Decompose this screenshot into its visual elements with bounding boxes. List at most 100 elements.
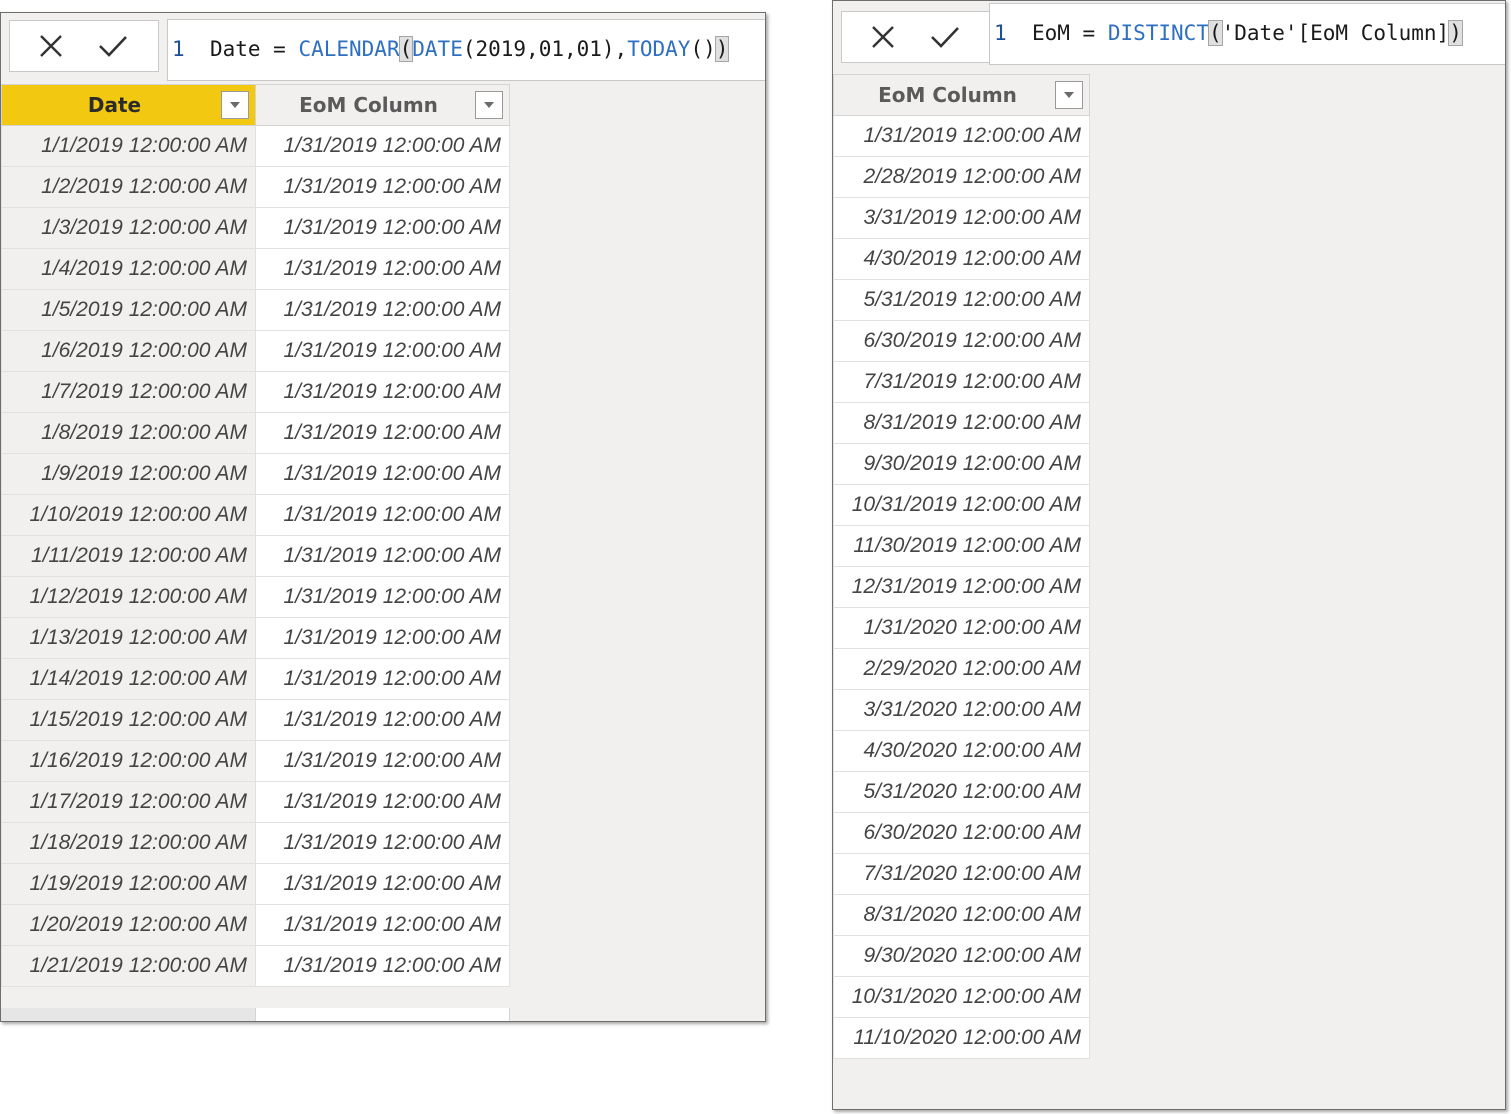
table-cell: 1/31/2019 12:00:00 AM [255, 904, 510, 946]
table-cell: 1/9/2019 12:00:00 AM [1, 453, 256, 495]
table-row: 1/11/2019 12:00:00 AM 1/31/2019 12:00:00 … [1, 535, 510, 577]
table-cell: 1/10/2019 12:00:00 AM [1, 494, 256, 536]
table-cell: 1/31/2019 12:00:00 AM [255, 535, 510, 577]
table-cell: 1/3/2019 12:00:00 AM [1, 207, 256, 249]
table-cell: 1/8/2019 12:00:00 AM [1, 412, 256, 454]
formula-bracket: ) [714, 36, 730, 62]
table-cell: 1/31/2019 12:00:00 AM [255, 125, 510, 167]
table-row: 1/7/2019 12:00:00 AM 1/31/2019 12:00:00 A… [1, 371, 510, 413]
table-cell: 7/31/2020 12:00:00 AM [833, 853, 1090, 895]
table-row: 1/2/2019 12:00:00 AM 1/31/2019 12:00:00 A… [1, 166, 510, 208]
table-row: 7/31/2019 12:00:00 AM [833, 361, 1090, 403]
table-cell: 9/30/2020 12:00:00 AM [833, 935, 1090, 977]
formula-buttons [841, 11, 991, 63]
table-cell: 1/5/2019 12:00:00 AM [1, 289, 256, 331]
table-cell: 5/31/2019 12:00:00 AM [833, 279, 1090, 321]
close-icon[interactable] [868, 22, 898, 52]
table-cell: 1/31/2019 12:00:00 AM [255, 494, 510, 536]
table-row: 1/12/2019 12:00:00 AM 1/31/2019 12:00:00 … [1, 576, 510, 618]
table-cell: 1/16/2019 12:00:00 AM [1, 740, 256, 782]
table-cell: 1/19/2019 12:00:00 AM [1, 863, 256, 905]
formula-text: Date = [184, 37, 299, 61]
table-cell: 8/31/2019 12:00:00 AM [833, 402, 1090, 444]
data-grid: Date EoM Column 1/1/2019 12:00:00 AM 1/31… [1, 84, 510, 987]
table-row: 1/31/2019 12:00:00 AM [833, 115, 1090, 157]
table-row: 1/10/2019 12:00:00 AM 1/31/2019 12:00:00 … [1, 494, 510, 536]
filter-dropdown-icon[interactable] [475, 91, 503, 119]
table-cell: 1/31/2019 12:00:00 AM [255, 740, 510, 782]
table-cell: 7/31/2019 12:00:00 AM [833, 361, 1090, 403]
table-cell: 1/17/2019 12:00:00 AM [1, 781, 256, 823]
table-cell: 1/12/2019 12:00:00 AM [1, 576, 256, 618]
formula-input[interactable]: 1 Date = CALENDAR(DATE(2019,01,01),TODAY… [167, 19, 765, 81]
column-header-date[interactable]: Date [1, 84, 256, 126]
table-row: 6/30/2019 12:00:00 AM [833, 320, 1090, 362]
formula-function: DATE [412, 37, 463, 61]
table-row: 1/17/2019 12:00:00 AM 1/31/2019 12:00:00 … [1, 781, 510, 823]
column-header-eom[interactable]: EoM Column [255, 84, 510, 126]
table-row: 11/10/2020 12:00:00 AM [833, 1017, 1090, 1059]
checkmark-icon[interactable] [930, 22, 960, 52]
table-cell: 1/18/2019 12:00:00 AM [1, 822, 256, 864]
table-cell: 1/31/2019 12:00:00 AM [833, 115, 1090, 157]
table-row: 1/15/2019 12:00:00 AM 1/31/2019 12:00:00 … [1, 699, 510, 741]
table-cell: 4/30/2020 12:00:00 AM [833, 730, 1090, 772]
formula-text: () [690, 37, 716, 61]
formula-text: 'Date'[EoM Column] [1221, 21, 1450, 45]
table-cell: 1/31/2019 12:00:00 AM [255, 863, 510, 905]
formula-bracket: ( [398, 36, 414, 62]
table-row: 1/14/2019 12:00:00 AM 1/31/2019 12:00:00 … [1, 658, 510, 700]
table-row: 1/16/2019 12:00:00 AM 1/31/2019 12:00:00 … [1, 740, 510, 782]
table-cell: 3/31/2020 12:00:00 AM [833, 689, 1090, 731]
table-row: 1/1/2019 12:00:00 AM 1/31/2019 12:00:00 A… [1, 125, 510, 167]
table-cell: 1/31/2019 12:00:00 AM [255, 412, 510, 454]
table-row: 1/20/2019 12:00:00 AM 1/31/2019 12:00:00 … [1, 904, 510, 946]
table-row: 1/4/2019 12:00:00 AM 1/31/2019 12:00:00 A… [1, 248, 510, 290]
table-cell: 6/30/2020 12:00:00 AM [833, 812, 1090, 854]
table-cell: 11/10/2020 12:00:00 AM [833, 1017, 1090, 1059]
data-grid: EoM Column 1/31/2019 12:00:00 AM 2/28/201… [833, 74, 1090, 1059]
table-row: 5/31/2020 12:00:00 AM [833, 771, 1090, 813]
table-cell: 1/31/2019 12:00:00 AM [255, 330, 510, 372]
table-cell: 1/6/2019 12:00:00 AM [1, 330, 256, 372]
table-row: 10/31/2020 12:00:00 AM [833, 976, 1090, 1018]
table-cell: 1/20/2019 12:00:00 AM [1, 904, 256, 946]
close-icon[interactable] [36, 31, 66, 61]
table-cell: 1/1/2019 12:00:00 AM [1, 125, 256, 167]
table-cell: 1/31/2019 12:00:00 AM [255, 289, 510, 331]
table-cell: 5/31/2020 12:00:00 AM [833, 771, 1090, 813]
table-row: 2/28/2019 12:00:00 AM [833, 156, 1090, 198]
table-row: 2/29/2020 12:00:00 AM [833, 648, 1090, 690]
formula-bracket: ( [1207, 20, 1223, 46]
table-cell: 1/31/2019 12:00:00 AM [255, 207, 510, 249]
table-cell: 1/13/2019 12:00:00 AM [1, 617, 256, 659]
partial-row [1, 1008, 510, 1021]
table-row: 3/31/2019 12:00:00 AM [833, 197, 1090, 239]
table-cell: 1/31/2019 12:00:00 AM [255, 658, 510, 700]
table-row: 1/31/2020 12:00:00 AM [833, 607, 1090, 649]
table-cell: 11/30/2019 12:00:00 AM [833, 525, 1090, 567]
formula-bracket: ) [1448, 20, 1463, 46]
table-row: 1/8/2019 12:00:00 AM 1/31/2019 12:00:00 A… [1, 412, 510, 454]
table-row: 8/31/2020 12:00:00 AM [833, 894, 1090, 936]
column-header-label: EoM Column [878, 83, 1017, 107]
formula-input[interactable]: 1 EoM = DISTINCT('Date'[EoM Column]) [989, 3, 1505, 65]
table-row: 1/9/2019 12:00:00 AM 1/31/2019 12:00:00 A… [1, 453, 510, 495]
formula-function: DISTINCT [1107, 21, 1209, 45]
checkmark-icon[interactable] [98, 31, 128, 61]
table-row: 1/18/2019 12:00:00 AM 1/31/2019 12:00:00 … [1, 822, 510, 864]
table-row: 1/3/2019 12:00:00 AM 1/31/2019 12:00:00 A… [1, 207, 510, 249]
formula-bar: 1 Date = CALENDAR(DATE(2019,01,01),TODAY… [1, 13, 765, 84]
filter-dropdown-icon[interactable] [221, 91, 249, 119]
table-row: 11/30/2019 12:00:00 AM [833, 525, 1090, 567]
filter-dropdown-icon[interactable] [1055, 81, 1083, 109]
table-cell: 3/31/2019 12:00:00 AM [833, 197, 1090, 239]
table-row: 4/30/2020 12:00:00 AM [833, 730, 1090, 772]
table-cell: 1/31/2019 12:00:00 AM [255, 781, 510, 823]
formula-function: TODAY [627, 37, 691, 61]
table-cell: 1/31/2019 12:00:00 AM [255, 576, 510, 618]
table-cell: 1/31/2019 12:00:00 AM [255, 699, 510, 741]
formula-bar: 1 EoM = DISTINCT('Date'[EoM Column]) [833, 1, 1505, 72]
table-cell: 1/31/2020 12:00:00 AM [833, 607, 1090, 649]
column-header-eom[interactable]: EoM Column [833, 74, 1090, 116]
